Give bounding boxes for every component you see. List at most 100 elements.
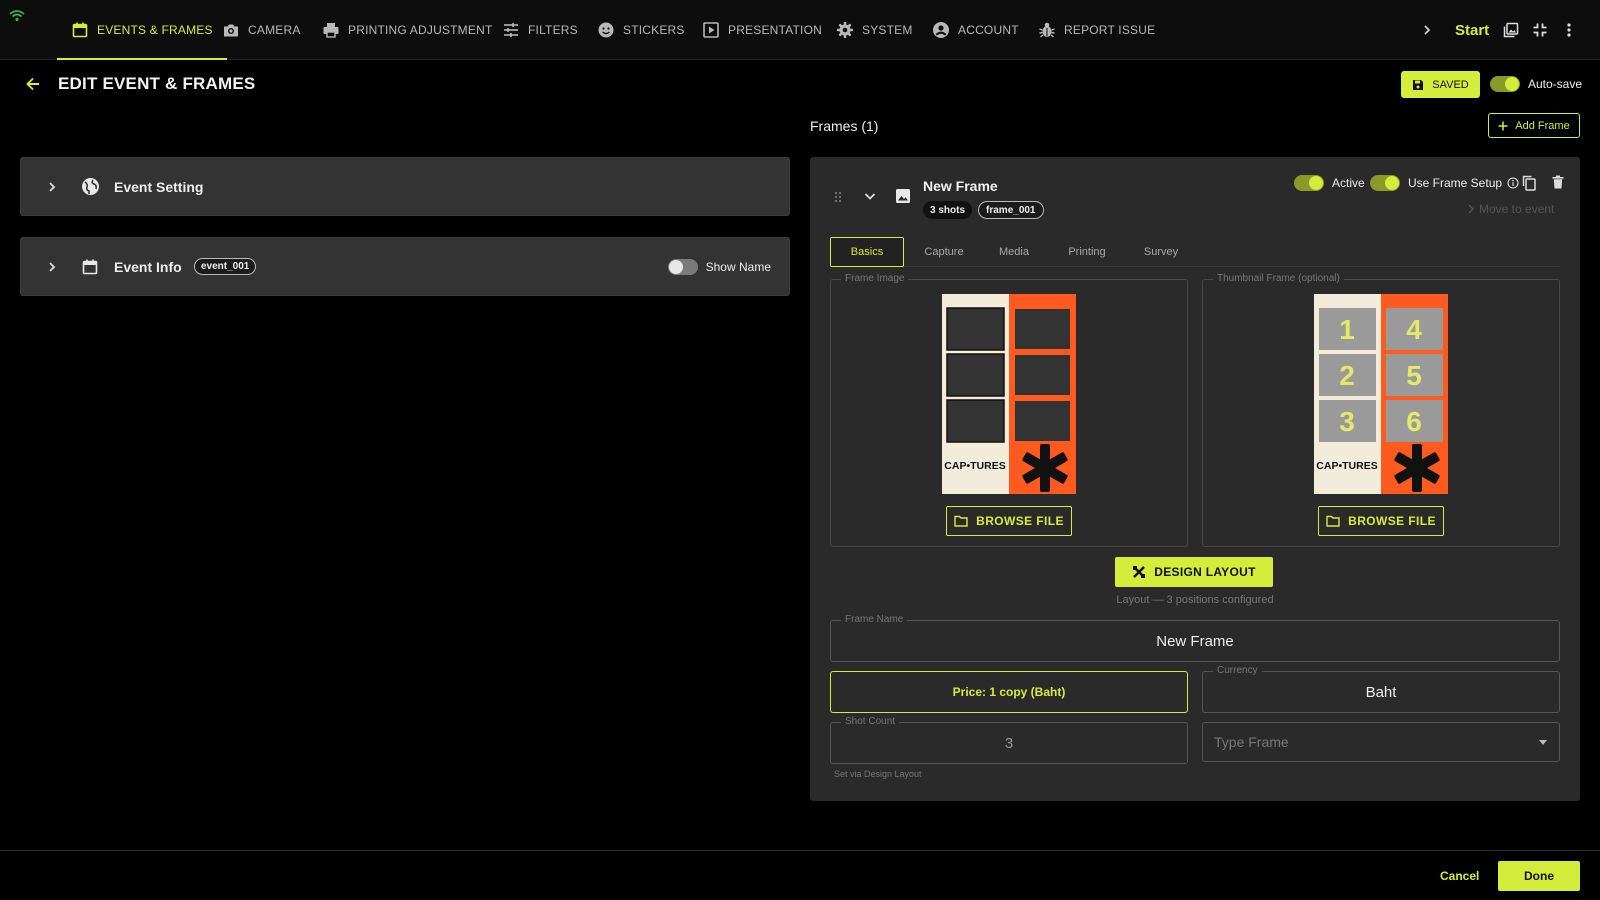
calendar-icon bbox=[81, 258, 99, 276]
show-name-toggle[interactable] bbox=[667, 258, 698, 275]
type-frame-select[interactable]: Type Frame bbox=[1202, 722, 1560, 762]
info-icon[interactable] bbox=[1507, 177, 1519, 189]
frame-chips: 3 shots frame_001 bbox=[923, 201, 1044, 219]
nav-presentation[interactable]: PRESENTATION bbox=[702, 0, 822, 60]
nav-label: FILTERS bbox=[528, 23, 578, 37]
thumb-number: 5 bbox=[1406, 360, 1422, 391]
top-nav: EVENTS & FRAMES CAMERA PRINTING ADJUSTME… bbox=[0, 0, 1600, 60]
autosave-toggle[interactable] bbox=[1490, 76, 1520, 92]
thumb-number: 3 bbox=[1339, 406, 1355, 437]
design-layout-button[interactable]: DESIGN LAYOUT bbox=[1115, 557, 1273, 587]
use-frame-setup-toggle[interactable] bbox=[1370, 175, 1400, 191]
autosave-control: Auto-save bbox=[1490, 76, 1582, 92]
done-button[interactable]: Done bbox=[1498, 861, 1580, 891]
tab-media[interactable]: Media bbox=[984, 237, 1044, 267]
dropdown-arrow-icon bbox=[1539, 740, 1547, 745]
event-setting-label: Event Setting bbox=[114, 178, 204, 195]
wifi-icon bbox=[9, 9, 25, 23]
nav-system[interactable]: SYSTEM bbox=[836, 0, 913, 60]
nav-stickers[interactable]: STICKERS bbox=[597, 0, 685, 60]
active-control: Active bbox=[1294, 175, 1365, 191]
thumbnail-preview: 1 2 3 4 5 6 CAP•TURES bbox=[1314, 294, 1448, 494]
nav-chevron-right-icon[interactable] bbox=[1422, 0, 1432, 60]
nav-label: SYSTEM bbox=[862, 23, 913, 37]
frame-name-legend: Frame Name bbox=[841, 614, 908, 625]
nav-camera[interactable]: CAMERA bbox=[222, 0, 301, 60]
tab-basics[interactable]: Basics bbox=[830, 237, 904, 267]
folder-icon bbox=[1326, 515, 1340, 527]
thumb-number: 6 bbox=[1406, 406, 1422, 437]
event-info-label: Event Info bbox=[114, 258, 182, 275]
folder-icon bbox=[954, 515, 968, 527]
nav-label: STICKERS bbox=[623, 23, 685, 37]
frame-id-chip: frame_001 bbox=[978, 201, 1044, 219]
nav-report-issue[interactable]: REPORT ISSUE bbox=[1038, 0, 1155, 60]
saved-label: SAVED bbox=[1432, 78, 1469, 91]
sliders-icon bbox=[502, 21, 520, 39]
save-icon bbox=[1412, 79, 1424, 91]
thumb-brand-text: CAP•TURES bbox=[1316, 460, 1377, 472]
add-frame-button[interactable]: Add Frame bbox=[1488, 113, 1580, 138]
currency-value: Baht bbox=[1365, 683, 1397, 701]
nav-label: PRINTING ADJUSTMENT bbox=[348, 23, 493, 37]
currency-legend: Currency bbox=[1213, 665, 1262, 676]
active-toggle[interactable] bbox=[1294, 175, 1324, 191]
sticker-icon bbox=[597, 21, 615, 39]
browse-thumbnail-button[interactable]: BROWSE FILE bbox=[1318, 506, 1444, 536]
delete-icon[interactable] bbox=[1552, 175, 1564, 189]
camera-icon bbox=[222, 21, 240, 39]
shot-count-legend: Shot Count bbox=[841, 716, 900, 727]
thumb-number: 2 bbox=[1339, 360, 1355, 391]
tab-capture[interactable]: Capture bbox=[910, 237, 978, 267]
frames-title: Frames (1) bbox=[810, 118, 879, 134]
move-to-event-link[interactable]: Move to event bbox=[1468, 202, 1554, 216]
browse-frame-button[interactable]: BROWSE FILE bbox=[946, 506, 1072, 536]
fullscreen-exit-icon[interactable] bbox=[1532, 0, 1548, 60]
frame-name-input[interactable]: Frame Name New Frame bbox=[830, 614, 1560, 662]
frame-image-preview: CAP•TURES bbox=[942, 294, 1076, 494]
nav-label: ACCOUNT bbox=[958, 23, 1019, 37]
bug-icon bbox=[1038, 21, 1056, 39]
tab-survey[interactable]: Survey bbox=[1130, 237, 1192, 267]
image-icon bbox=[895, 188, 911, 204]
back-arrow-icon[interactable] bbox=[24, 75, 42, 93]
globe-icon bbox=[81, 177, 100, 196]
thumbnail-legend: Thumbnail Frame (optional) bbox=[1213, 273, 1344, 284]
frame-name-value: New Frame bbox=[1156, 632, 1234, 650]
start-link[interactable]: Start bbox=[1455, 0, 1489, 60]
event-setting-accordion[interactable]: Event Setting bbox=[20, 157, 790, 216]
event-info-accordion[interactable]: Event Info event_001 Show Name bbox=[20, 237, 790, 296]
cancel-button[interactable]: Cancel bbox=[1440, 869, 1479, 883]
saved-button[interactable]: SAVED bbox=[1401, 71, 1480, 98]
shot-count-input[interactable]: Shot Count 3 bbox=[830, 716, 1188, 764]
thumb-number: 4 bbox=[1406, 314, 1422, 345]
gallery-icon[interactable] bbox=[1503, 0, 1519, 60]
frame-brand-text: CAP•TURES bbox=[944, 460, 1005, 472]
nav-events-frames[interactable]: EVENTS & FRAMES bbox=[57, 0, 227, 60]
shot-count-value: 3 bbox=[1004, 734, 1014, 752]
presentation-icon bbox=[702, 21, 720, 39]
tab-printing[interactable]: Printing bbox=[1052, 237, 1122, 267]
nav-printing-adjustment[interactable]: PRINTING ADJUSTMENT bbox=[322, 0, 492, 60]
frame-image-fieldset: Frame Image CAP•TURES BROWSE FILE bbox=[830, 273, 1188, 547]
type-frame-placeholder: Type Frame bbox=[1214, 734, 1289, 750]
design-tools-icon bbox=[1132, 565, 1146, 579]
thumbnail-fieldset: Thumbnail Frame (optional) 1 2 3 4 5 6 C… bbox=[1202, 273, 1560, 547]
nav-filters[interactable]: FILTERS bbox=[502, 0, 578, 60]
drag-handle-icon[interactable] bbox=[834, 191, 842, 203]
shots-chip: 3 shots bbox=[923, 201, 973, 219]
thumb-number: 1 bbox=[1339, 314, 1355, 345]
chevron-down-icon[interactable] bbox=[864, 192, 876, 201]
copy-icon[interactable] bbox=[1522, 175, 1536, 191]
use-frame-setup-control: Use Frame Setup bbox=[1370, 175, 1519, 191]
use-frame-setup-label: Use Frame Setup bbox=[1408, 176, 1503, 190]
price-button[interactable]: Price: 1 copy (Baht) bbox=[830, 671, 1188, 713]
currency-input[interactable]: Currency Baht bbox=[1202, 665, 1560, 713]
more-vert-icon[interactable] bbox=[1566, 0, 1572, 60]
nav-account[interactable]: ACCOUNT bbox=[932, 0, 1019, 60]
frame-tabs: Basics Capture Media Printing Survey bbox=[830, 237, 1560, 267]
nav-label: EVENTS & FRAMES bbox=[97, 23, 213, 37]
account-icon bbox=[932, 21, 950, 39]
calendar-icon bbox=[71, 21, 89, 39]
nav-label: CAMERA bbox=[248, 23, 301, 37]
